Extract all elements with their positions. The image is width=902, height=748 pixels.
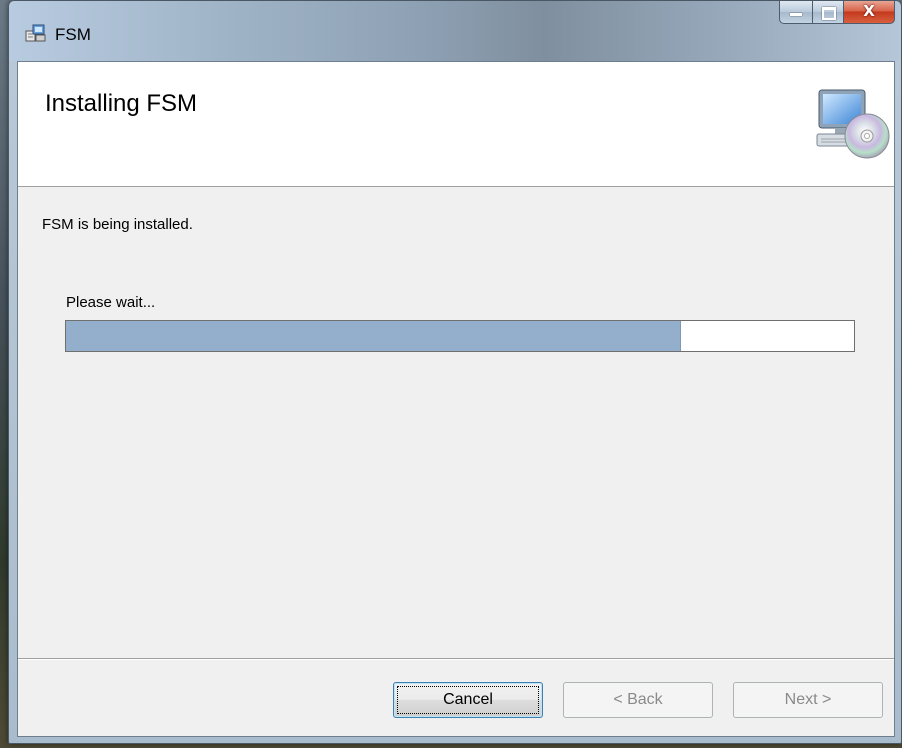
back-button[interactable]: < Back [563,682,713,718]
installer-window: FSM X Installing FSM FSM is being instal… [8,0,902,744]
footer-divider [18,658,894,660]
focus-indicator [397,686,539,714]
header-banner: Installing FSM [18,62,894,187]
install-progress-bar [65,320,855,352]
maximize-icon [822,7,836,20]
maximize-button[interactable] [813,1,844,24]
back-button-label: < Back [613,691,663,708]
installer-client-area: Installing FSM FSM is being installed. P… [17,61,895,737]
cancel-button[interactable]: Cancel [393,682,543,718]
caption-buttons: X [779,1,895,25]
title-bar[interactable]: FSM X [9,1,901,61]
please-wait-label: Please wait... [66,294,156,311]
computer-cd-icon [813,88,891,162]
close-icon: X [863,2,875,20]
page-title: Installing FSM [45,90,198,117]
next-button-label: Next > [784,691,832,708]
minimize-icon [790,13,802,16]
close-button[interactable]: X [844,1,895,24]
install-status-text: FSM is being installed. [42,216,193,233]
progress-bar-fill [66,321,681,351]
window-title: FSM [55,25,91,44]
next-button[interactable]: Next > [733,682,883,718]
minimize-button[interactable] [779,1,813,24]
installer-app-icon [25,23,47,43]
